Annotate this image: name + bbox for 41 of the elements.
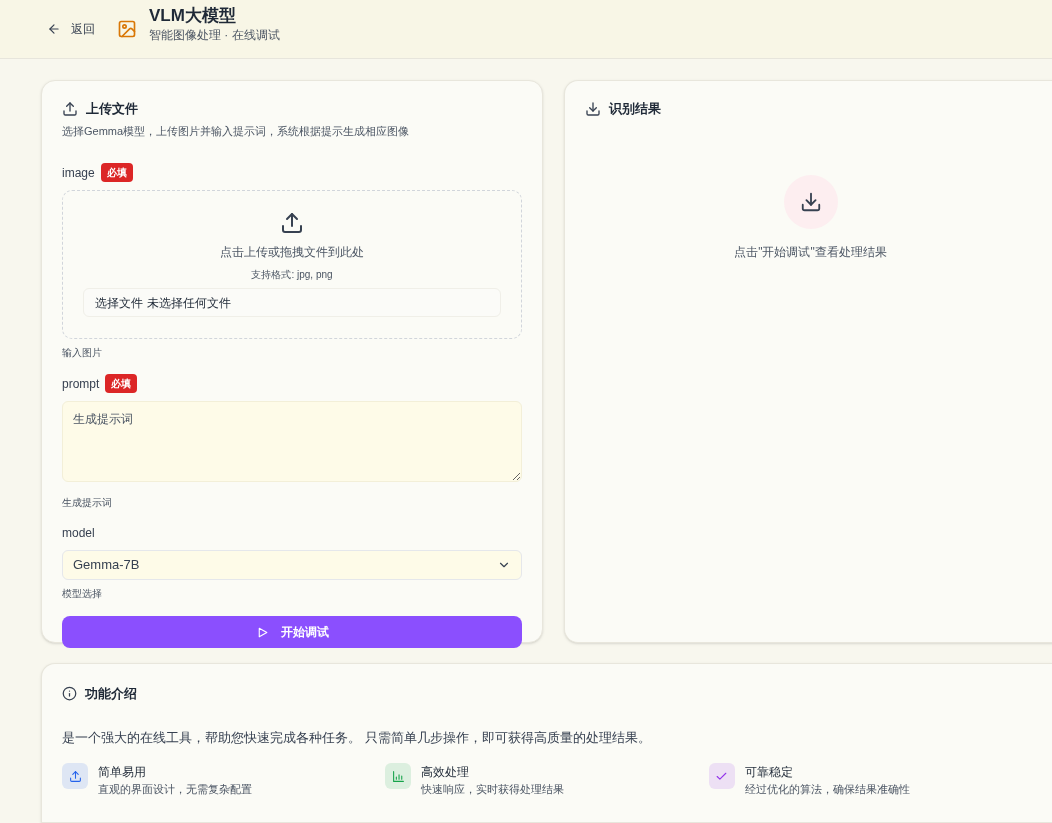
field-hint: 输入图片 — [62, 346, 102, 360]
drop-instruction: 点击上传或拖拽文件到此处 — [220, 244, 364, 261]
feature-text: 快速响应，实时获得处理结果 — [421, 782, 565, 797]
model-select[interactable]: Gemma-7B — [62, 550, 522, 580]
download-icon — [799, 190, 822, 213]
card-title: 识别结果 — [609, 100, 661, 118]
prompt-input[interactable]: 生成提示词 — [62, 401, 522, 482]
field-hint: 生成提示词 — [62, 496, 112, 510]
feature-title: 高效处理 — [421, 764, 471, 781]
chart-icon — [391, 769, 405, 783]
feature-title: 可靠稳定 — [744, 764, 794, 781]
field-label: model — [62, 525, 95, 542]
field-hint: 模型选择 — [62, 587, 102, 601]
upload-icon — [68, 769, 82, 783]
start-debug-button[interactable]: 开始调试 — [62, 616, 522, 648]
feature-text: 直观的界面设计，无需复杂配置 — [98, 782, 252, 797]
feature-text: 经过优化的算法，确保结果准确性 — [744, 782, 910, 797]
back-link[interactable]: 返回 — [47, 20, 95, 38]
image-icon — [117, 19, 137, 39]
intro-description: 是一个强大的在线工具，帮助您快速完成各种任务。 只需简单几步操作，即可获得高质量的处理结果。 — [62, 728, 651, 747]
upload-icon — [280, 211, 304, 235]
page-subtitle: 智能图像处理 · 在线调试 — [149, 27, 280, 43]
choose-file-button[interactable]: 选择文件 — [95, 293, 143, 312]
download-icon — [585, 100, 601, 117]
back-arrow-icon — [47, 22, 61, 36]
empty-result-message: 点击"开始调试"查看处理结果 — [734, 243, 887, 261]
card-title: 功能介绍 — [85, 685, 137, 703]
file-status: 未选择任何文件 — [147, 294, 231, 312]
field-label: image — [62, 164, 95, 182]
info-icon — [62, 686, 77, 702]
supported-formats: 支持格式: jpg, png — [251, 268, 333, 282]
feature-title: 简单易用 — [98, 764, 147, 781]
required-badge: 必填 — [100, 163, 133, 182]
page-title: VLM大模型 — [149, 5, 237, 27]
card-title: 上传文件 — [86, 100, 138, 118]
required-badge: 必填 — [105, 374, 138, 393]
card-description: 选择Gemma模型，上传图片并输入提示词，系统根据提示生成相应图像 — [62, 123, 410, 139]
file-input[interactable]: 选择文件 未选择任何文件 — [83, 288, 501, 317]
file-drop-zone[interactable]: 点击上传或拖拽文件到此处 支持格式: jpg, png 选择文件 未选择任何文件 — [62, 190, 522, 339]
upload-icon — [62, 100, 78, 117]
field-label: prompt — [62, 375, 100, 393]
